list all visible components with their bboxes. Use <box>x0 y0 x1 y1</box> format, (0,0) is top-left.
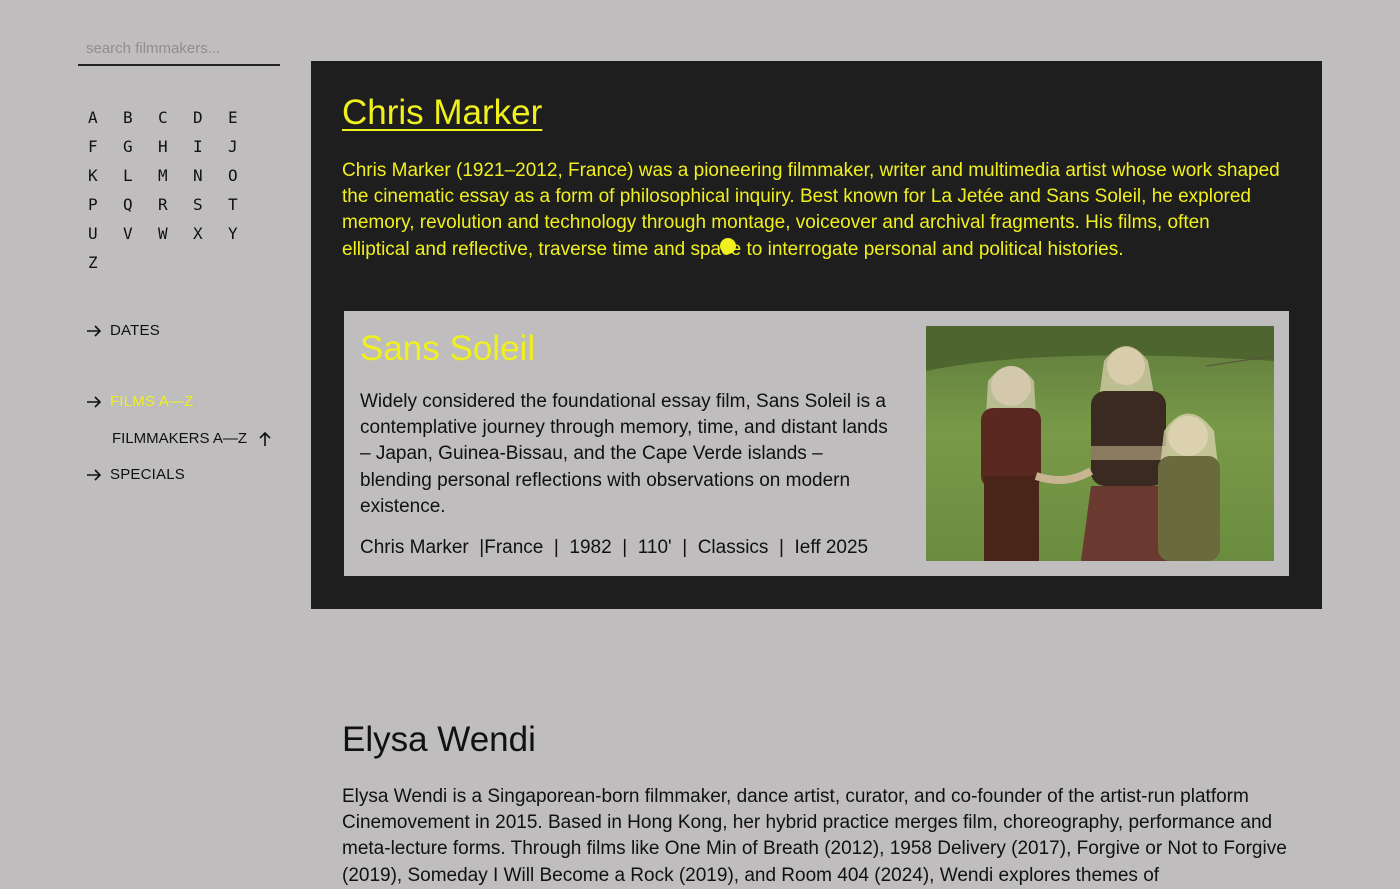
nav-dates[interactable]: DATES <box>86 322 160 339</box>
nav-films-az[interactable]: FILMS A—Z <box>86 393 193 410</box>
film-description: Widely considered the foundational essay… <box>360 391 888 517</box>
film-still-image <box>926 326 1274 561</box>
letter-link-u[interactable]: U <box>86 224 121 243</box>
nav-filmmakers-az-label: FILMMAKERS A—Z <box>112 430 248 447</box>
nav-specials[interactable]: SPECIALS <box>86 466 185 483</box>
letter-link-i[interactable]: I <box>191 137 226 156</box>
letter-link-n[interactable]: N <box>191 166 226 185</box>
arrow-up-icon <box>259 431 271 446</box>
next-filmmaker-bio: Elysa Wendi is a Singaporean-born filmma… <box>342 786 1287 886</box>
letter-link-m[interactable]: M <box>156 166 191 185</box>
next-filmmaker-name[interactable]: Elysa Wendi <box>342 720 536 760</box>
nav-filmmakers-az[interactable]: FILMMAKERS A—Z <box>112 430 273 447</box>
letter-link-b[interactable]: B <box>121 108 156 127</box>
cursor-dot-icon <box>720 238 736 254</box>
letter-link-p[interactable]: P <box>86 195 121 214</box>
featured-filmmaker-panel: Chris Marker Chris Marker (1921–2012, Fr… <box>311 61 1322 609</box>
letter-link-k[interactable]: K <box>86 166 121 185</box>
letter-link-w[interactable]: W <box>156 224 191 243</box>
letter-link-h[interactable]: H <box>156 137 191 156</box>
filmmaker-name-link[interactable]: Chris Marker <box>342 93 542 133</box>
letter-link-s[interactable]: S <box>191 195 226 214</box>
search-input[interactable] <box>78 32 280 64</box>
letter-link-y[interactable]: Y <box>226 224 261 243</box>
film-card[interactable]: Sans Soleil Widely considered the founda… <box>344 311 1289 576</box>
letter-link-z[interactable]: Z <box>86 253 121 272</box>
film-meta: Chris Marker |France | 1982 | 110' | Cla… <box>360 537 869 558</box>
letter-link-r[interactable]: R <box>156 195 191 214</box>
nav-specials-label: SPECIALS <box>110 466 185 483</box>
letter-link-q[interactable]: Q <box>121 195 156 214</box>
alphabet-index: ABCDE FGHIJ KLMNO PQRST UVWXY Z <box>86 108 261 272</box>
arrow-right-icon <box>87 468 102 481</box>
arrow-right-icon <box>87 395 102 408</box>
letter-link-x[interactable]: X <box>191 224 226 243</box>
letter-link-l[interactable]: L <box>121 166 156 185</box>
letter-link-j[interactable]: J <box>226 137 261 156</box>
nav-dates-label: DATES <box>110 322 160 339</box>
letter-link-c[interactable]: C <box>156 108 191 127</box>
letter-link-d[interactable]: D <box>191 108 226 127</box>
film-title[interactable]: Sans Soleil <box>360 329 535 369</box>
letter-link-t[interactable]: T <box>226 195 261 214</box>
letter-link-e[interactable]: E <box>226 108 261 127</box>
filmmaker-bio: Chris Marker (1921–2012, France) was a p… <box>342 160 1280 260</box>
letter-link-g[interactable]: G <box>121 137 156 156</box>
film-still-picture <box>926 326 1274 561</box>
letter-link-a[interactable]: A <box>86 108 121 127</box>
letter-link-v[interactable]: V <box>121 224 156 243</box>
nav-films-az-label: FILMS A—Z <box>110 393 194 410</box>
search-field[interactable] <box>78 32 280 66</box>
letter-link-o[interactable]: O <box>226 166 261 185</box>
letter-link-f[interactable]: F <box>86 137 121 156</box>
arrow-right-icon <box>87 324 102 337</box>
